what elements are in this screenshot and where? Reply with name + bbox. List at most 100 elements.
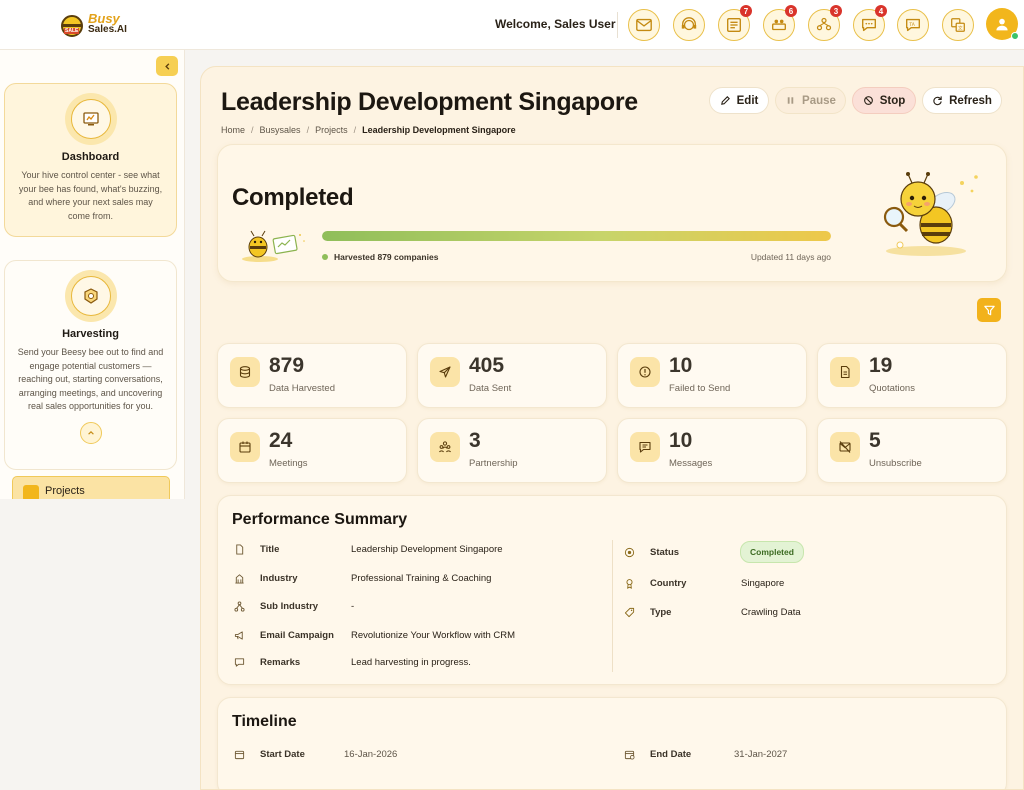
sidebar-card-desc: Your hive control center - see what your… xyxy=(18,170,163,221)
calendar-end-icon xyxy=(622,747,636,761)
green-dot-icon xyxy=(322,254,328,260)
stat-card-quotations[interactable]: 19 Quotations xyxy=(817,343,1007,408)
meeting-icon[interactable]: 6 xyxy=(763,5,797,41)
harvesting-icon xyxy=(64,270,117,322)
user-avatar[interactable] xyxy=(986,8,1019,40)
chat-badge: 4 xyxy=(875,5,887,17)
timeline-card: Timeline Start Date 16-Jan-2026 End Date… xyxy=(217,697,1007,789)
board-badge: 7 xyxy=(740,5,752,17)
summary-divider xyxy=(612,540,613,672)
sidebar-card-dashboard[interactable]: Dashboard Your hive control center - see… xyxy=(4,83,177,237)
stat-value: 879 xyxy=(269,354,305,377)
stat-value: 5 xyxy=(869,429,881,452)
pin-icon xyxy=(622,576,636,590)
sidebar: Dashboard Your hive control center - see… xyxy=(0,50,185,499)
stat-label: Unsubscribe xyxy=(869,458,922,469)
expand-button[interactable] xyxy=(79,421,102,444)
updated-time: Updated 11 days ago xyxy=(750,252,831,262)
summary-row-status: Status xyxy=(622,545,679,559)
sidebar-item-projects[interactable]: Projects xyxy=(12,476,170,499)
performance-summary-card: Performance Summary Title Leadership Dev… xyxy=(217,495,1007,685)
summary-row-type: Type Crawling Data xyxy=(622,605,801,619)
file-icon xyxy=(232,542,246,556)
board-icon[interactable]: 7 xyxy=(718,5,752,41)
stat-label: Partnership xyxy=(469,458,518,469)
edit-button[interactable]: Edit xyxy=(709,87,769,114)
support-icon[interactable] xyxy=(673,9,705,41)
online-status-dot xyxy=(1011,32,1019,40)
stat-label: Data Sent xyxy=(469,383,512,394)
header-divider xyxy=(617,12,618,38)
pause-button[interactable]: Pause xyxy=(775,87,846,114)
stat-card-messages[interactable]: 10 Messages xyxy=(617,418,807,483)
alert-icon xyxy=(630,357,660,387)
performance-summary-title: Performance Summary xyxy=(232,511,408,528)
summary-key: Title xyxy=(260,543,280,555)
stat-card-data-harvested[interactable]: 879 Data Harvested xyxy=(217,343,407,408)
stat-card-data-sent[interactable]: 405 Data Sent xyxy=(417,343,607,408)
bee-mascot-icon: SALE xyxy=(58,9,86,39)
summary-value: Crawling Data xyxy=(741,606,801,618)
unsubscribe-icon xyxy=(830,432,860,462)
timeline-start-row: Start Date 16-Jan-2026 xyxy=(232,747,397,761)
timeline-value: 31-Jan-2027 xyxy=(734,748,788,760)
calendar-start-icon xyxy=(232,747,246,761)
building-icon xyxy=(232,571,246,585)
stat-card-partnership[interactable]: 3 Partnership xyxy=(417,418,607,483)
page-title: Leadership Development Singapore xyxy=(221,88,638,116)
language-icon[interactable]: 文 xyxy=(942,9,974,41)
user-icon xyxy=(996,18,1008,31)
stat-value: 405 xyxy=(469,354,505,377)
breadcrumb-projects[interactable]: Projects xyxy=(315,125,348,135)
pause-label: Pause xyxy=(802,94,836,107)
team-badge: 3 xyxy=(830,5,842,17)
stat-value: 10 xyxy=(669,429,693,452)
stop-button[interactable]: Stop xyxy=(852,87,916,114)
projects-icon xyxy=(23,485,39,499)
sidebar-collapse-button[interactable] xyxy=(156,56,178,76)
stat-label: Quotations xyxy=(869,383,915,394)
harvested-count: Harvested 879 companies xyxy=(322,252,438,262)
team-icon[interactable]: 3 xyxy=(808,5,842,41)
edit-label: Edit xyxy=(736,94,759,107)
sidebar-card-title: Dashboard xyxy=(61,151,120,163)
harvest-progress-fill xyxy=(322,231,831,241)
sidebar-card-title: Harvesting xyxy=(62,328,119,340)
svg-text:TA: TA xyxy=(908,22,915,28)
project-status-heading: Completed xyxy=(232,184,354,211)
filter-button[interactable] xyxy=(977,298,1001,322)
timeline-key: End Date xyxy=(650,748,692,760)
send-icon xyxy=(430,357,460,387)
timeline-end-row: End Date 31-Jan-2027 xyxy=(622,747,787,761)
summary-key: Email Campaign xyxy=(260,629,334,641)
summary-value: Leadership Development Singapore xyxy=(351,543,503,555)
logo-line-1: Busy xyxy=(88,11,120,26)
translate-chat-icon[interactable]: TA xyxy=(897,9,929,41)
sidebar-card-desc: Send your Beesy bee out to find and enga… xyxy=(17,347,164,411)
breadcrumb-busysales[interactable]: Busysales xyxy=(260,125,301,135)
busysales-logo[interactable]: SALE Busy Sales.AI xyxy=(58,9,127,39)
chat-icon[interactable]: 4 xyxy=(853,5,887,41)
breadcrumb: Home / Busysales / Projects / Leadership Devel… xyxy=(221,125,516,135)
calendar-icon xyxy=(230,432,260,462)
summary-value: - xyxy=(351,600,355,612)
summary-row-email-campaign: Email Campaign Revolutionize Your Workfl… xyxy=(232,628,515,642)
mail-icon[interactable] xyxy=(628,9,660,41)
stat-card-failed-to-send[interactable]: 10 Failed to Send xyxy=(617,343,807,408)
meeting-badge: 6 xyxy=(785,5,797,17)
summary-key: Country xyxy=(650,577,687,589)
stat-value: 3 xyxy=(469,429,481,452)
summary-value: Revolutionize Your Workflow with CRM xyxy=(351,629,516,641)
sitemap-icon xyxy=(232,599,246,613)
breadcrumb-current: Leadership Development Singapore xyxy=(362,125,516,135)
summary-row-country: Country Singapore xyxy=(622,576,784,590)
summary-row-title: Title Leadership Development Singapore xyxy=(232,542,503,556)
summary-value: Professional Training & Coaching xyxy=(351,572,492,584)
message-icon xyxy=(630,432,660,462)
stat-card-unsubscribe[interactable]: 5 Unsubscribe xyxy=(817,418,1007,483)
sidebar-card-harvesting[interactable]: Harvesting Send your Beesy bee out to fi… xyxy=(4,260,177,470)
database-icon xyxy=(230,357,260,387)
stat-card-meetings[interactable]: 24 Meetings xyxy=(217,418,407,483)
breadcrumb-home[interactable]: Home xyxy=(221,125,245,135)
refresh-button[interactable]: Refresh xyxy=(922,87,1002,114)
